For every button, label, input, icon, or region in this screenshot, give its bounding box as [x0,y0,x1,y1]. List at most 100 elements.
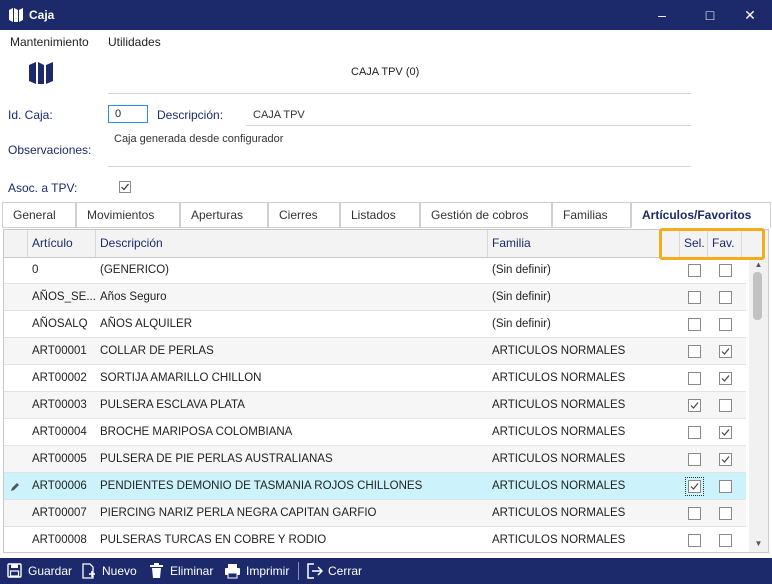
menu-bar: Mantenimiento Utilidades [0,30,772,52]
cell-familia: ARTICULOS NORMALES [492,345,626,357]
divider [108,93,691,94]
sel-checkbox[interactable] [688,534,701,547]
maximize-icon[interactable]: □ [688,0,732,30]
table-row[interactable]: ART00003 PULSERA ESCLAVA PLATA ARTICULOS N… [4,392,746,419]
fav-checkbox[interactable] [719,399,732,412]
id-caja-input[interactable]: 0 [108,105,148,123]
sel-checkbox[interactable] [688,291,701,304]
observaciones-field[interactable]: Caja generada desde configurador [114,133,283,145]
cell-familia: ARTICULOS NORMALES [492,453,626,465]
cell-familia: ARTICULOS NORMALES [492,399,626,411]
eliminar-label: Eliminar [170,564,214,578]
tab-aperturas[interactable]: Aperturas [180,202,268,228]
fav-checkbox[interactable] [719,480,732,493]
menu-mantenimiento[interactable]: Mantenimiento [10,35,89,49]
sel-checkbox[interactable] [688,507,701,520]
row-indicator-header [4,230,28,257]
sel-checkbox[interactable] [685,477,704,496]
sel-checkbox[interactable] [688,264,701,277]
sel-checkbox[interactable] [688,372,701,385]
table-row[interactable]: ART00006 PENDIENTES DEMONIO DE TASMANIA R… [4,473,746,500]
cerrar-label: Cerrar [328,564,363,578]
table-row[interactable]: 0 (GENERICO) (Sin definir) [4,257,746,284]
trash-icon [150,563,163,578]
fav-checkbox[interactable] [719,318,732,331]
new-document-icon [82,563,95,579]
column-articulo[interactable]: Artículo [28,230,96,257]
printer-icon [225,564,240,579]
scroll-down-icon[interactable]: ▼ [750,537,767,551]
close-icon[interactable]: ✕ [728,0,772,30]
tab-gestion-cobros[interactable]: Gestión de cobros [420,202,552,228]
sel-fav-highlight [659,228,765,260]
tab-familias[interactable]: Familias [552,202,631,228]
descripcion-field[interactable]: CAJA TPV [253,109,305,121]
column-familia[interactable]: Familia [488,230,680,257]
cell-descripcion: COLLAR DE PERLAS [100,345,214,357]
tab-bar: General Movimientos Aperturas Cierres Li… [0,202,772,229]
cell-articulo: AÑOS_SE... [32,291,96,303]
fav-checkbox[interactable] [719,426,732,439]
cell-descripcion: PULSERA ESCLAVA PLATA [100,399,245,411]
table-row[interactable]: ART00008 PULSERAS TURCAS EN COBRE Y RODIO… [4,527,746,552]
cell-familia: (Sin definir) [492,318,551,330]
asoc-tpv-checkbox[interactable] [119,181,131,193]
cell-articulo: 0 [32,264,39,276]
menu-utilidades[interactable]: Utilidades [108,35,161,49]
asoc-tpv-label: Asoc. a TPV: [8,181,78,195]
table-row[interactable]: ART00001 COLLAR DE PERLAS ARTICULOS NORMAL… [4,338,746,365]
toolbar-separator [298,562,299,580]
tab-movimientos[interactable]: Movimientos [76,202,180,228]
observaciones-underline [108,166,691,167]
fav-checkbox[interactable] [719,345,732,358]
sel-checkbox[interactable] [688,426,701,439]
cell-articulo: ART00004 [32,426,87,438]
title-bar: Caja – □ ✕ [0,0,772,30]
fav-checkbox[interactable] [719,453,732,466]
check-icon [721,456,730,463]
cell-descripcion: Años Seguro [100,291,167,303]
fav-checkbox[interactable] [719,507,732,520]
tab-general[interactable]: General [2,202,76,228]
edit-pencil-icon [9,481,21,493]
table-row[interactable]: AÑOS_SE... Años Seguro (Sin definir) [4,284,746,311]
fav-checkbox[interactable] [719,534,732,547]
page-title: CAJA TPV (0) [351,66,420,78]
cell-familia: ARTICULOS NORMALES [492,507,626,519]
cell-articulo: ART00005 [32,453,87,465]
tab-articulos-favoritos[interactable]: Artículos/Favoritos [631,202,771,228]
table-row[interactable]: ART00007 PIERCING NARIZ PERLA NEGRA CAPIT… [4,500,746,527]
tab-listados[interactable]: Listados [340,202,420,228]
sel-checkbox[interactable] [688,399,701,412]
fav-checkbox[interactable] [719,372,732,385]
scroll-thumb[interactable] [753,272,762,320]
fav-checkbox[interactable] [719,291,732,304]
table-row[interactable]: ART00005 PULSERA DE PIE PERLAS AUSTRALIAN… [4,446,746,473]
guardar-label: Guardar [28,564,73,578]
descripcion-label: Descripción: [157,108,224,122]
sel-checkbox[interactable] [688,453,701,466]
minimize-icon[interactable]: – [640,0,684,30]
cell-descripcion: SORTIJA AMARILLO CHILLON [100,372,262,384]
cell-familia: ARTICULOS NORMALES [492,480,626,492]
fav-checkbox[interactable] [719,264,732,277]
check-icon [721,348,730,355]
observaciones-label: Observaciones: [8,143,92,157]
cell-descripcion: BROCHE MARIPOSA COLOMBIANA [100,426,293,438]
table-row[interactable]: AÑOSALQ AÑOS ALQUILER (Sin definir) [4,311,746,338]
tab-cierres[interactable]: Cierres [268,202,340,228]
scroll-up-icon[interactable]: ▲ [750,258,767,272]
id-caja-label: Id. Caja: [8,108,53,122]
table-row[interactable]: ART00002 SORTIJA AMARILLO CHILLON ARTICULO… [4,365,746,392]
imprimir-label: Imprimir [246,564,290,578]
cell-familia: ARTICULOS NORMALES [492,426,626,438]
company-logo-icon [29,62,53,84]
table-row[interactable]: ART00004 BROCHE MARIPOSA COLOMBIANA ARTICU… [4,419,746,446]
cell-familia: ARTICULOS NORMALES [492,372,626,384]
sel-checkbox[interactable] [688,345,701,358]
cell-descripcion: PULSERA DE PIE PERLAS AUSTRALIANAS [100,453,333,465]
bottom-toolbar: Guardar Nuevo Eliminar Imprimir Cerrar [0,558,772,584]
column-descripcion[interactable]: Descripción [96,230,488,257]
cell-descripcion: PULSERAS TURCAS EN COBRE Y RODIO [100,534,327,546]
sel-checkbox[interactable] [688,318,701,331]
